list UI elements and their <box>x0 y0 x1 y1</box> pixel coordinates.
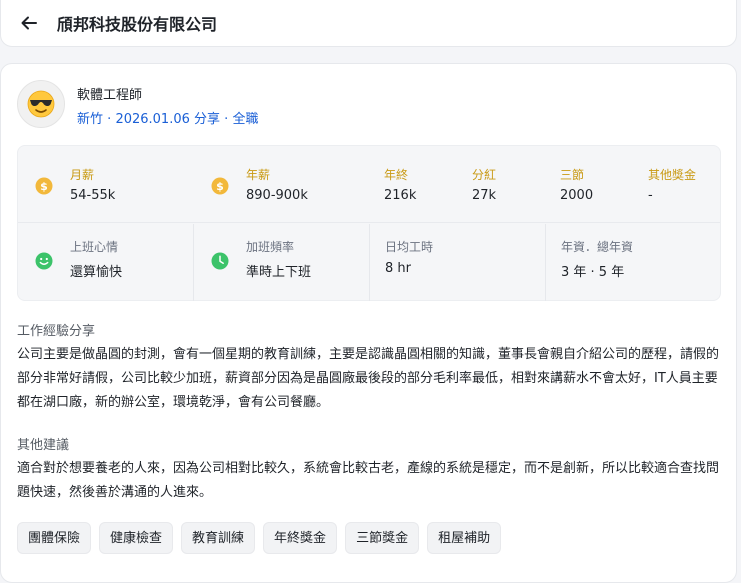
back-arrow-icon[interactable] <box>19 13 39 33</box>
stat-label: 年終 <box>384 168 409 182</box>
stat-festival-bonus: 三節 2000 <box>545 146 633 223</box>
stats-panel: $ 月薪 54-55k $ 年薪 890-900k 年終 216k 分紅 27k <box>17 145 721 301</box>
avatar <box>17 80 65 128</box>
benefit-tags: 團體保險 健康檢查 教育訓練 年終獎金 三節獎金 租屋補助 <box>17 522 502 554</box>
coin-icon: $ <box>35 177 53 195</box>
benefit-tag: 教育訓練 <box>181 522 256 554</box>
stat-label: 年資．總年資 <box>561 240 634 254</box>
stat-value: 還算愉快 <box>70 265 123 280</box>
benefit-tag: 健康檢查 <box>99 522 174 554</box>
experience-heading: 工作經驗分享 <box>17 324 96 339</box>
stat-value: 3 年 ‧ 5 年 <box>561 265 625 280</box>
stat-value: 2000 <box>560 188 594 203</box>
company-name: 頎邦科技股份有限公司 <box>57 15 218 34</box>
stat-dividend: 分紅 27k <box>457 146 545 223</box>
stat-value: 216k <box>384 188 417 203</box>
clock-icon <box>211 252 229 270</box>
stat-label: 日均工時 <box>385 240 434 254</box>
job-location: 新竹 <box>77 112 104 127</box>
stat-overtime: 加班頻率 準時上下班 <box>194 224 369 301</box>
compensation-row: $ 月薪 54-55k $ 年薪 890-900k 年終 216k 分紅 27k <box>18 146 720 223</box>
job-title: 軟體工程師 <box>77 88 143 103</box>
benefit-tag: 三節獎金 <box>345 522 420 554</box>
stat-label: 年薪 <box>246 168 271 182</box>
svg-text:$: $ <box>216 180 224 193</box>
stat-label: 三節 <box>560 168 585 182</box>
stat-value: 8 hr <box>385 261 411 276</box>
experience-text: 公司主要是做晶圓的封測，會有一個星期的教育訓練，主要是認識晶圓相關的知識，董事長… <box>17 347 720 410</box>
svg-text:$: $ <box>40 180 48 193</box>
top-bar: 頎邦科技股份有限公司 <box>0 0 737 47</box>
stat-label: 加班頻率 <box>246 240 295 254</box>
stat-label: 分紅 <box>472 168 497 182</box>
stat-value: - <box>648 188 653 203</box>
meta-separator: · <box>107 112 112 127</box>
stat-value: 890-900k <box>246 188 308 203</box>
work-stats-row: 上班心情 還算愉快 加班頻率 準時上下班 日均工時 8 hr 年資．總年資 3 … <box>18 224 720 301</box>
stat-mood: 上班心情 還算愉快 <box>18 224 193 301</box>
stat-annual-salary: $ 年薪 890-900k <box>194 146 369 223</box>
benefit-tag: 年終獎金 <box>263 522 338 554</box>
sunglasses-face-icon <box>27 90 55 118</box>
stat-value: 準時上下班 <box>246 265 312 280</box>
stat-monthly-salary: $ 月薪 54-55k <box>18 146 194 223</box>
stat-other-bonus: 其他獎金 - <box>633 146 721 223</box>
suggestion-heading: 其他建議 <box>17 438 70 453</box>
suggestion-text: 適合對於想要養老的人來，因為公司相對比較久，系統會比較古老，產線的系統是穩定，而… <box>17 461 720 500</box>
smile-face-icon <box>35 252 53 270</box>
stat-label: 其他獎金 <box>648 168 697 182</box>
benefit-tag: 團體保險 <box>17 522 92 554</box>
employment-type: 全職 <box>232 112 259 127</box>
benefit-tag: 租屋補助 <box>427 522 502 554</box>
meta-separator-2: · <box>224 112 229 127</box>
stat-label: 上班心情 <box>70 240 119 254</box>
stat-value: 54-55k <box>70 188 116 203</box>
stat-label: 月薪 <box>70 168 95 182</box>
stat-daily-hours: 日均工時 8 hr <box>370 224 545 301</box>
post-date: 2026.01.06 <box>115 112 190 127</box>
stat-seniority: 年資．總年資 3 年 ‧ 5 年 <box>546 224 721 301</box>
stat-value: 27k <box>472 188 497 203</box>
share-link[interactable]: 分享 <box>194 112 220 127</box>
review-card: 軟體工程師 新竹 · 2026.01.06 分享 · 全職 $ 月薪 54-55… <box>0 63 737 583</box>
stat-year-end-bonus: 年終 216k <box>369 146 457 223</box>
job-meta: 新竹 · 2026.01.06 分享 · 全職 <box>77 108 258 127</box>
coin-icon: $ <box>211 177 229 195</box>
